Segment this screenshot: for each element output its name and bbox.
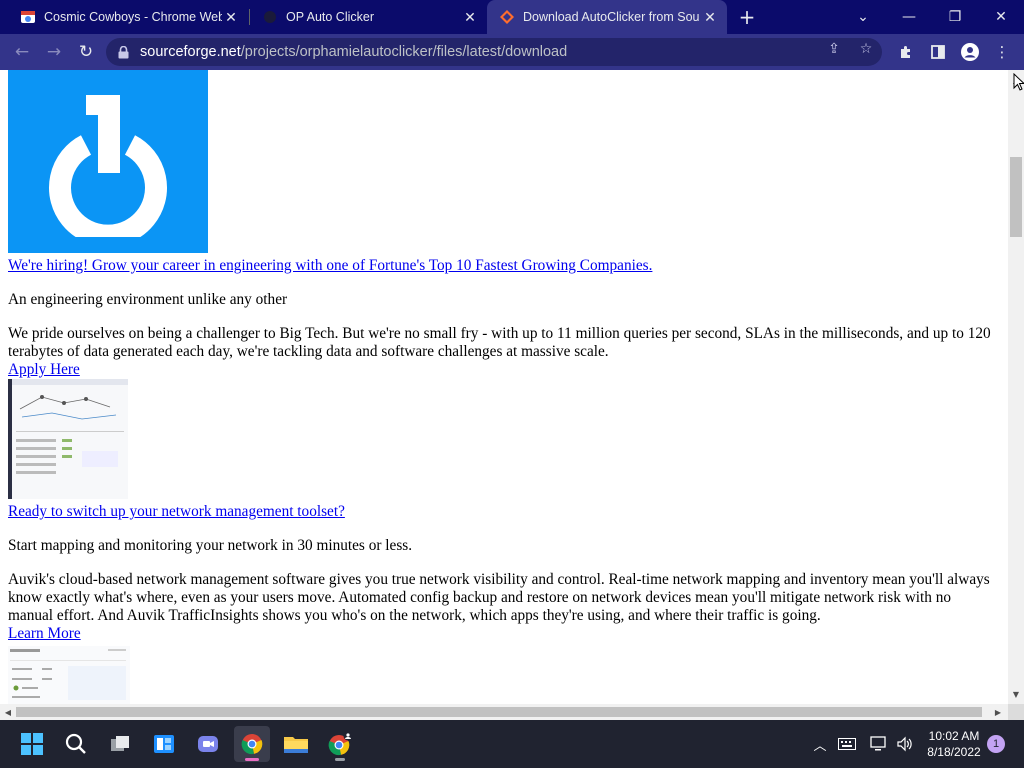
notification-badge[interactable]: 1	[987, 735, 1005, 753]
active-app-indicator	[245, 758, 259, 761]
apply-here-link-wrap[interactable]: Apply Here	[8, 361, 80, 379]
chrome-icon[interactable]	[234, 726, 270, 762]
hiring-headline-link[interactable]: We're hiring! Grow your career in engine…	[8, 257, 652, 274]
clock-date: 8/18/2022	[927, 745, 981, 759]
tab-title: Download AutoClicker from Sou	[523, 10, 700, 24]
close-tab-icon[interactable]: ✕	[461, 8, 479, 26]
chrome-web-store-icon	[20, 9, 36, 25]
teams-chat-icon[interactable]	[190, 726, 226, 762]
widgets-icon[interactable]	[146, 726, 182, 762]
new-tab-button[interactable]: +	[735, 5, 759, 29]
hiring-ad-subtitle: An engineering environment unlike any ot…	[8, 291, 288, 308]
running-app-indicator	[335, 758, 345, 761]
profile-avatar-icon[interactable]	[956, 38, 984, 66]
close-tab-icon[interactable]: ✕	[701, 8, 719, 26]
close-tab-icon[interactable]: ✕	[222, 8, 240, 26]
volume-icon[interactable]	[894, 732, 916, 756]
minimize-button[interactable]: —	[886, 0, 932, 34]
scroll-right-arrow-icon[interactable]: ▶	[990, 704, 1006, 720]
search-icon[interactable]	[58, 726, 94, 762]
task-view-icon[interactable]	[102, 726, 138, 762]
network-headline-link[interactable]: Ready to switch up your network manageme…	[8, 503, 345, 520]
system-clock[interactable]: 10:02 AM 8/18/2022	[918, 728, 990, 760]
network-ad-thumbnail[interactable]	[8, 379, 128, 499]
show-hidden-icons-chevron-icon[interactable]: ︿	[810, 732, 830, 756]
back-button[interactable]: ←	[8, 38, 36, 66]
keyboard-icon[interactable]	[836, 732, 858, 756]
network-ad-subtitle: Start mapping and monitoring your networ…	[8, 537, 413, 554]
scrollbar-corner	[1008, 704, 1024, 720]
network-icon[interactable]	[868, 732, 890, 756]
network-ad-body: Auvik's cloud-based network management s…	[8, 571, 990, 624]
clock-time: 10:02 AM	[928, 729, 980, 743]
third-ad-thumbnail[interactable]	[8, 646, 130, 704]
close-window-button[interactable]: ✕	[978, 0, 1024, 34]
horizontal-scroll-thumb[interactable]	[16, 707, 982, 717]
tab-strip: Cosmic Cowboys - Chrome Web ✕ OP Auto Cl…	[0, 0, 1024, 34]
windows-taskbar: ︿	[0, 720, 1024, 768]
side-panel-icon[interactable]	[924, 38, 952, 66]
forward-button[interactable]: →	[40, 38, 68, 66]
learn-more-link[interactable]: Learn More	[8, 625, 81, 642]
hiring-ad-logo[interactable]	[8, 70, 208, 253]
tab-cosmic-cowboys[interactable]: Cosmic Cowboys - Chrome Web ✕	[8, 0, 248, 34]
mouse-cursor-icon	[1013, 72, 1024, 95]
dashboard-screenshot	[8, 646, 130, 704]
share-icon[interactable]: ⇪	[825, 40, 843, 58]
tab-download-autoclicker[interactable]: Download AutoClicker from Sou ✕	[487, 0, 727, 34]
lock-icon[interactable]	[116, 45, 130, 59]
scroll-left-arrow-icon[interactable]: ◀	[0, 704, 16, 720]
network-map-screenshot	[8, 379, 128, 499]
network-ad-link[interactable]: Ready to switch up your network manageme…	[8, 503, 345, 521]
file-explorer-icon[interactable]	[278, 726, 314, 762]
learn-more-link-wrap[interactable]: Learn More	[8, 625, 81, 643]
restore-button[interactable]: ❐	[932, 0, 978, 34]
sourceforge-icon	[499, 9, 515, 25]
bookmark-star-icon[interactable]: ☆	[857, 40, 875, 58]
address-bar[interactable]: sourceforge.net/projects/orphamielautocl…	[106, 38, 882, 66]
power-logo-icon	[8, 70, 208, 253]
browser-menu-icon[interactable]: ⋮	[988, 38, 1016, 66]
tab-search-icon[interactable]: ⌄	[840, 0, 886, 34]
tab-title: Cosmic Cowboys - Chrome Web	[44, 10, 222, 24]
hiring-ad-body: We pride ourselves on being a challenger…	[8, 325, 991, 360]
hiring-ad-link[interactable]: We're hiring! Grow your career in engine…	[8, 257, 652, 275]
browser-toolbar: ← → ↻ sourceforge.net/projects/orphamiel…	[0, 34, 1024, 70]
url-text: sourceforge.net/projects/orphamielautocl…	[140, 44, 568, 60]
extensions-icon[interactable]	[892, 38, 920, 66]
auto-clicker-icon	[262, 9, 278, 25]
chrome-profile-icon[interactable]	[322, 726, 358, 762]
start-icon[interactable]	[14, 726, 50, 762]
tab-op-auto-clicker[interactable]: OP Auto Clicker ✕	[250, 0, 487, 34]
vertical-scroll-thumb[interactable]	[1010, 157, 1022, 237]
reload-button[interactable]: ↻	[72, 38, 100, 66]
apply-here-link[interactable]: Apply Here	[8, 361, 80, 378]
scroll-down-arrow-icon[interactable]: ▼	[1008, 686, 1024, 702]
page-viewport: We're hiring! Grow your career in engine…	[0, 70, 1008, 704]
tab-title: OP Auto Clicker	[286, 10, 375, 24]
